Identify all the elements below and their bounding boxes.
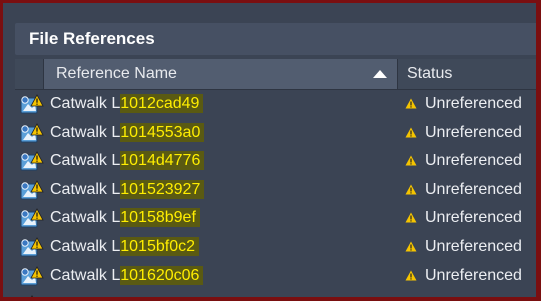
reference-name: Catwalk L1015bf0c2 [50,233,199,261]
status-column-header[interactable]: Status [399,59,536,89]
warning-icon [405,155,417,166]
warning-icon [405,184,417,195]
warning-icon [405,241,417,252]
status-text: Unreferenced [425,266,522,284]
table-row[interactable]: Catwalk L101620c06 Unreferenced [15,262,536,291]
reference-name: Catwalk L1014553a0 [50,119,205,147]
table-row[interactable]: Catwalk L1015bf0c2 Unreferenced [15,233,536,262]
panel-title[interactable]: File References [15,23,536,55]
reference-name-prefix: Catwalk L [50,152,121,170]
table-row[interactable]: Catwalk L1012cad49 Unreferenced [15,90,536,119]
xref-file-warning-icon [20,265,44,286]
table-row[interactable]: Catwalk L101523927 Unreferenced [15,176,536,205]
reference-id-highlight: 101523927 [120,179,205,199]
reference-name: Catwalk L101620c06 [50,262,204,290]
reference-name-prefix: Catwalk L [50,237,121,255]
xref-file-warning-icon [20,94,44,114]
reference-id-highlight: 1012cad49 [120,94,204,113]
reference-id-highlight: 1014553a0 [120,122,205,142]
reference-name: Catwalk L1014d4776 [50,147,205,175]
warning-icon [405,270,417,281]
table-body: Catwalk L1012cad49 Unreferenced Catwalk … [15,90,536,290]
references-table: Reference Name Status Catwalk L1012cad49… [15,59,536,297]
xref-file-warning-icon [20,208,44,228]
table-header: Reference Name Status [15,59,536,90]
xref-file-warning-icon [20,237,44,257]
table-row[interactable]: Catwalk L1014d4776 Unreferenced [15,147,536,176]
status-text: Unreferenced [425,237,522,255]
table-row[interactable] [15,290,536,297]
reference-name-prefix: Catwalk L [50,180,121,198]
reference-id-highlight: 10158b9ef [120,208,200,228]
xref-file-warning-icon [20,179,44,200]
warning-icon [405,98,417,109]
reference-name-header-label: Reference Name [56,65,177,82]
sort-ascending-icon [373,70,387,78]
warning-icon [405,212,417,223]
status-text: Unreferenced [425,152,522,170]
file-references-palette: File References Reference Name Status Ca… [3,3,536,297]
reference-name-prefix: Catwalk L [50,266,121,284]
reference-name-column-header[interactable]: Reference Name [44,59,398,89]
reference-id-highlight: 101620c06 [120,265,204,285]
table-row[interactable]: Catwalk L10158b9ef Unreferenced [15,204,536,233]
status-text: Unreferenced [425,209,522,227]
table-row[interactable]: Catwalk L1014553a0 Unreferenced [15,119,536,148]
reference-name-prefix: Catwalk L [50,123,121,141]
xref-file-warning-icon [30,295,34,297]
status-text: Unreferenced [425,95,522,112]
reference-name: Catwalk L101523927 [50,176,205,204]
warning-icon [405,127,417,138]
reference-name-prefix: Catwalk L [50,95,121,112]
icon-column-header[interactable] [15,59,44,89]
reference-id-highlight: 1014d4776 [120,151,205,171]
reference-name-prefix: Catwalk L [50,209,121,227]
status-text: Unreferenced [425,180,522,198]
reference-name: Catwalk L1012cad49 [50,90,204,118]
reference-id-highlight: 1015bf0c2 [120,236,199,256]
xref-file-warning-icon [20,151,44,171]
status-text: Unreferenced [425,123,522,141]
xref-file-warning-icon [20,122,44,143]
reference-name: Catwalk L10158b9ef [50,204,200,232]
